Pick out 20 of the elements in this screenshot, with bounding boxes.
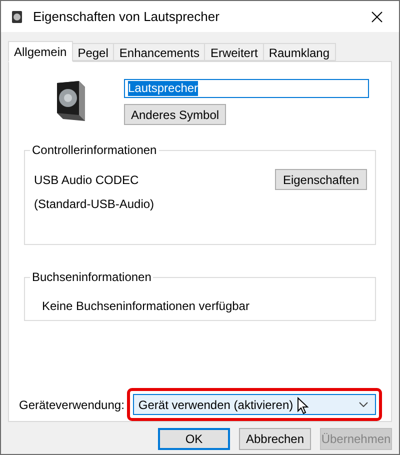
properties-button[interactable]: Eigenschaften	[274, 169, 367, 190]
window-title: Eigenschaften von Lautsprecher	[33, 8, 220, 26]
mouse-cursor-icon	[297, 397, 309, 415]
tab[interactable]: Pegel	[72, 43, 114, 61]
device-usage-label: Geräteverwendung:	[19, 396, 124, 414]
tab[interactable]: Allgemein	[8, 41, 73, 62]
chevron-down-icon	[359, 402, 368, 407]
device-usage-dropdown[interactable]: Gerät verwenden (aktivieren)	[133, 394, 376, 415]
change-icon-button[interactable]: Anderes Symbol	[124, 104, 226, 125]
name-field[interactable]: Lautsprecher	[124, 79, 369, 98]
dialog-button[interactable]: Abbrechen	[239, 428, 311, 450]
driver-name: (Standard-USB-Audio)	[34, 196, 156, 213]
close-icon	[371, 10, 383, 22]
tab[interactable]: Enhancements	[114, 43, 206, 61]
tab[interactable]: Raumklang	[264, 43, 336, 61]
speaker-icon	[10, 10, 24, 24]
dialog-button[interactable]: OK	[158, 428, 230, 450]
jack-info-text: Keine Buchseninformationen verfügbar	[42, 298, 250, 315]
controller-name: USB Audio CODEC	[34, 172, 139, 188]
tab[interactable]: Erweitert	[205, 43, 264, 61]
